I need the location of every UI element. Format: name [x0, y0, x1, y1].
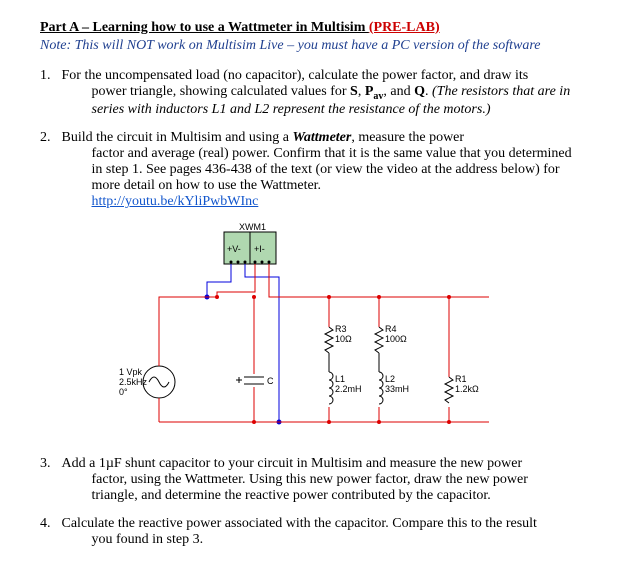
resistor-icon: [445, 377, 453, 403]
src-freq: 2.5kHz: [119, 377, 148, 387]
text: you found in step 3.: [92, 532, 204, 547]
meter-i-label: +I-: [254, 244, 265, 254]
text: Build the circuit in Multisim and using …: [62, 130, 293, 145]
r4-name: R4: [385, 324, 397, 334]
text: Add a 1µF shunt capacitor to your circui…: [62, 456, 523, 471]
r1-val: 1.2kΩ: [455, 384, 479, 394]
bold-q: Q: [414, 84, 425, 99]
item-body: Build the circuit in Multisim and using …: [62, 130, 577, 210]
bold-s: S: [350, 84, 358, 99]
circuit-svg: XWM1 +V- +I-: [119, 222, 499, 442]
item-number: 3.: [40, 456, 58, 472]
r1-name: R1: [455, 374, 467, 384]
circuit-diagram: XWM1 +V- +I-: [40, 222, 577, 442]
resistor-icon: [325, 327, 333, 353]
text: For the uncompensated load (no capacitor…: [62, 68, 529, 83]
item-indent: factor and average (real) power. Confirm…: [62, 146, 577, 210]
list-item-2: 2. Build the circuit in Multisim and usi…: [40, 130, 577, 210]
item-number: 4.: [40, 516, 58, 532]
src-amp: 1 Vpk: [119, 367, 143, 377]
text: power triangle, showing calculated value…: [92, 84, 351, 99]
r3-val: 10Ω: [335, 334, 352, 344]
text: .: [425, 84, 432, 99]
title-prelab: (PRE-LAB): [369, 20, 440, 35]
title-line: Part A – Learning how to use a Wattmeter…: [40, 20, 577, 36]
l2-name: L2: [385, 374, 395, 384]
text: , measure the power: [351, 130, 464, 145]
cap-label: C: [267, 376, 274, 386]
text: , and: [383, 84, 414, 99]
l1-val: 2.2mH: [335, 384, 362, 394]
list-item-1: 1. For the uncompensated load (no capaci…: [40, 68, 577, 118]
src-phase: 0°: [119, 387, 128, 397]
text: factor, using the Wattmeter. Using this …: [92, 472, 528, 503]
bold-pav: Pav: [365, 84, 384, 99]
note-text: Note: This will NOT work on Multisim Liv…: [40, 38, 577, 54]
item-indent: you found in step 3.: [62, 532, 577, 548]
item-number: 1.: [40, 68, 58, 84]
item-body: For the uncompensated load (no capacitor…: [62, 68, 577, 118]
item-body: Calculate the reactive power associated …: [62, 516, 577, 548]
list-item-3: 3. Add a 1µF shunt capacitor to your cir…: [40, 456, 577, 504]
r4-val: 100Ω: [385, 334, 407, 344]
video-link[interactable]: http://youtu.be/kYliPwbWInc: [92, 194, 259, 209]
inductor-icon: [379, 372, 383, 404]
l1-name: L1: [335, 374, 345, 384]
item-number: 2.: [40, 130, 58, 146]
meter-label: XWM1: [239, 222, 266, 232]
item-indent: power triangle, showing calculated value…: [62, 84, 577, 118]
item-body: Add a 1µF shunt capacitor to your circui…: [62, 456, 577, 504]
l2-val: 33mH: [385, 384, 409, 394]
list-item-4: 4. Calculate the reactive power associat…: [40, 516, 577, 548]
item-indent: factor, using the Wattmeter. Using this …: [62, 472, 577, 504]
r3-name: R3: [335, 324, 347, 334]
text: Calculate the reactive power associated …: [62, 516, 537, 531]
meter-v-label: +V-: [227, 244, 241, 254]
inductor-icon: [329, 372, 333, 404]
resistor-icon: [375, 327, 383, 353]
text: factor and average (real) power. Confirm…: [92, 146, 572, 193]
wattmeter-label: Wattmeter: [292, 130, 351, 145]
title-main: Part A – Learning how to use a Wattmeter…: [40, 20, 369, 35]
